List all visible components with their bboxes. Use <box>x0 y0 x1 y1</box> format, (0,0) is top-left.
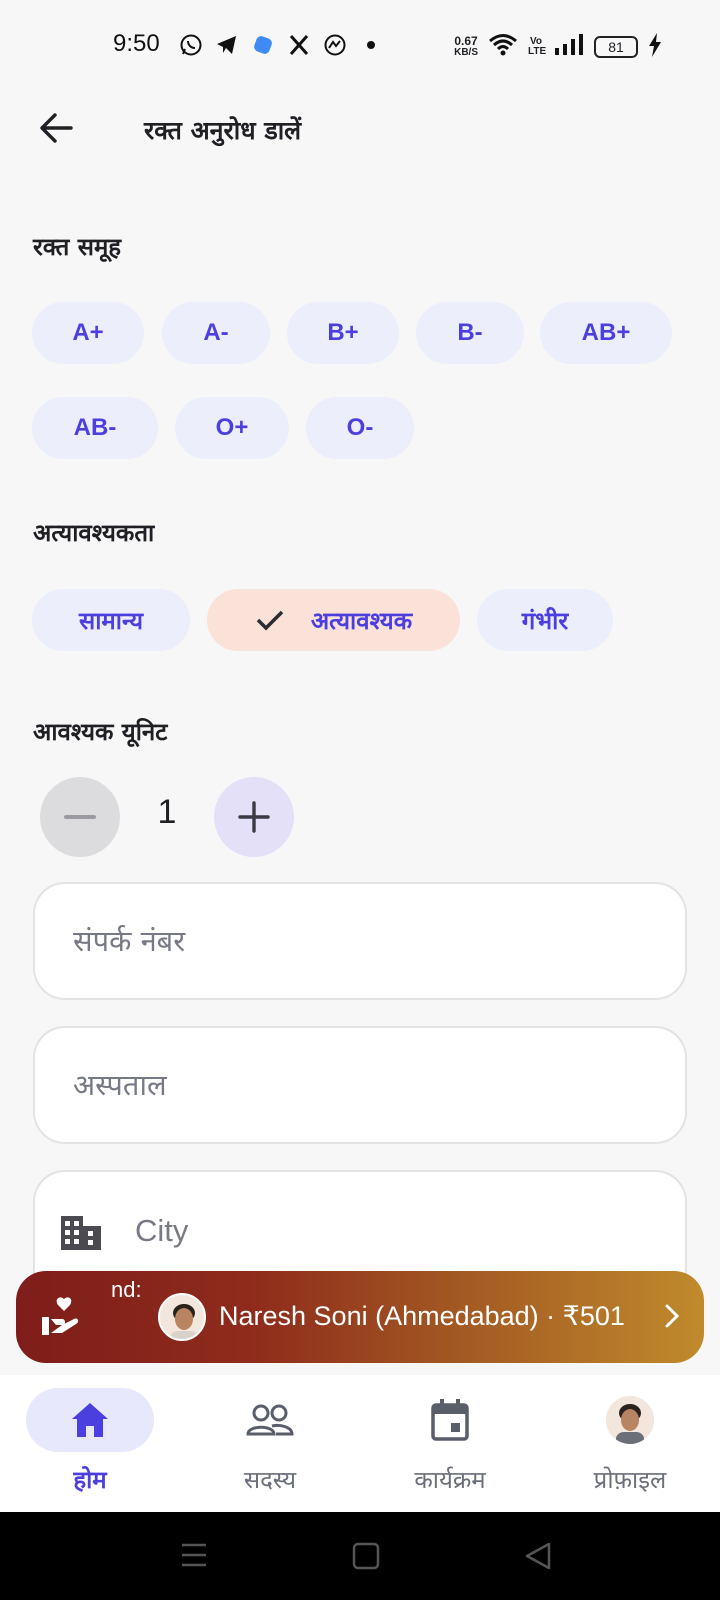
minus-icon <box>64 815 96 819</box>
back-button[interactable] <box>36 108 76 148</box>
urgency-label: अत्यावश्यकता <box>33 519 155 547</box>
calendar-icon-container <box>386 1388 514 1452</box>
home-icon-container <box>26 1388 154 1452</box>
status-time: 9:50 <box>113 30 160 57</box>
menu-icon[interactable] <box>180 1542 208 1572</box>
nav-label-events: कार्यक्रम <box>414 1466 486 1494</box>
calendar-icon <box>431 1399 469 1441</box>
banner-text: Naresh Soni (Ahmedabad) · ₹501 <box>219 1301 625 1331</box>
blood-group-chip-ab-pos[interactable]: AB+ <box>540 302 672 364</box>
battery-indicator: 81 <box>594 36 638 58</box>
home-icon <box>72 1403 108 1437</box>
hospital-field[interactable] <box>33 1026 687 1144</box>
nav-item-home[interactable]: होम <box>0 1375 180 1512</box>
telegram-icon <box>214 32 240 58</box>
nav-label-members: सदस्य <box>243 1466 297 1494</box>
urgency-chip-critical[interactable]: गंभीर <box>477 589 613 651</box>
app-icon <box>250 32 276 58</box>
blood-group-chip-a-neg[interactable]: A- <box>162 302 270 364</box>
hospital-input[interactable] <box>35 1028 685 1142</box>
network-speed: 0.67 KB/S <box>454 34 478 58</box>
urgency-chip-normal[interactable]: सामान्य <box>32 589 190 651</box>
nav-item-profile[interactable]: प्रोफ़ाइल <box>540 1375 720 1512</box>
nav-label-home: होम <box>73 1466 107 1494</box>
urgency-chip-urgent[interactable]: अत्यावश्यक <box>207 589 460 651</box>
donation-banner[interactable]: nd: Naresh Soni (Ahmedabad) · ₹501 <box>16 1271 704 1363</box>
blood-group-chip-a-pos[interactable]: A+ <box>32 302 144 364</box>
dot-icon <box>358 32 384 58</box>
arrow-left-icon <box>40 113 73 143</box>
notification-icons <box>178 32 384 58</box>
messenger-icon <box>322 32 348 58</box>
charging-icon <box>648 33 662 61</box>
volte-indicator: Vo LTE <box>528 36 547 57</box>
avatar <box>606 1396 654 1444</box>
contact-number-input[interactable] <box>35 884 685 998</box>
plus-icon <box>238 801 270 833</box>
urgency-chip-label: अत्यावश्यक <box>310 606 413 635</box>
urgency-chip-label: गंभीर <box>521 606 569 635</box>
blood-group-chip-b-neg[interactable]: B- <box>416 302 524 364</box>
units-value: 1 <box>157 793 177 831</box>
members-icon-container <box>206 1388 334 1452</box>
nav-item-members[interactable]: सदस्य <box>180 1375 360 1512</box>
whatsapp-icon <box>178 32 204 58</box>
back-triangle-icon[interactable] <box>524 1542 552 1574</box>
urgency-chip-label: सामान्य <box>78 606 143 635</box>
building-icon <box>61 1212 101 1254</box>
donate-heart-icon <box>40 1295 84 1339</box>
chevron-right-icon <box>664 1303 680 1333</box>
speed-value: 0.67 <box>454 34 478 48</box>
nav-label-profile: प्रोफ़ाइल <box>593 1466 667 1494</box>
donor-avatar <box>158 1293 206 1341</box>
increase-units-button[interactable] <box>214 777 294 857</box>
x-icon <box>286 32 312 58</box>
members-icon <box>246 1404 294 1436</box>
bottom-nav: होम सदस्य कार्यक्रम प्रोफ़ाइल <box>0 1375 720 1512</box>
decrease-units-button[interactable] <box>40 777 120 857</box>
status-bar: 9:50 0.67 KB/S Vo LTE 81 <box>0 0 720 96</box>
profile-avatar-container <box>566 1388 694 1452</box>
wifi-icon <box>488 33 518 61</box>
blood-group-label: रक्त समूह <box>33 233 122 261</box>
blood-group-chip-b-pos[interactable]: B+ <box>287 302 399 364</box>
status-right: 0.67 KB/S Vo LTE 81 <box>454 33 662 61</box>
contact-number-field[interactable] <box>33 882 687 1000</box>
banner-prefix: nd: <box>111 1277 142 1302</box>
page-title: रक्त अनुरोध डालें <box>144 116 302 145</box>
speed-unit: KB/S <box>454 47 478 58</box>
nav-item-events[interactable]: कार्यक्रम <box>360 1375 540 1512</box>
blood-group-chip-o-pos[interactable]: O+ <box>175 397 289 459</box>
units-label: आवश्यक यूनिट <box>33 718 168 746</box>
check-icon <box>255 608 285 632</box>
home-square-icon[interactable] <box>352 1542 380 1574</box>
system-nav-bar <box>0 1512 720 1600</box>
blood-group-chip-o-neg[interactable]: O- <box>306 397 414 459</box>
signal-icon <box>554 34 584 60</box>
blood-group-chip-ab-neg[interactable]: AB- <box>32 397 158 459</box>
